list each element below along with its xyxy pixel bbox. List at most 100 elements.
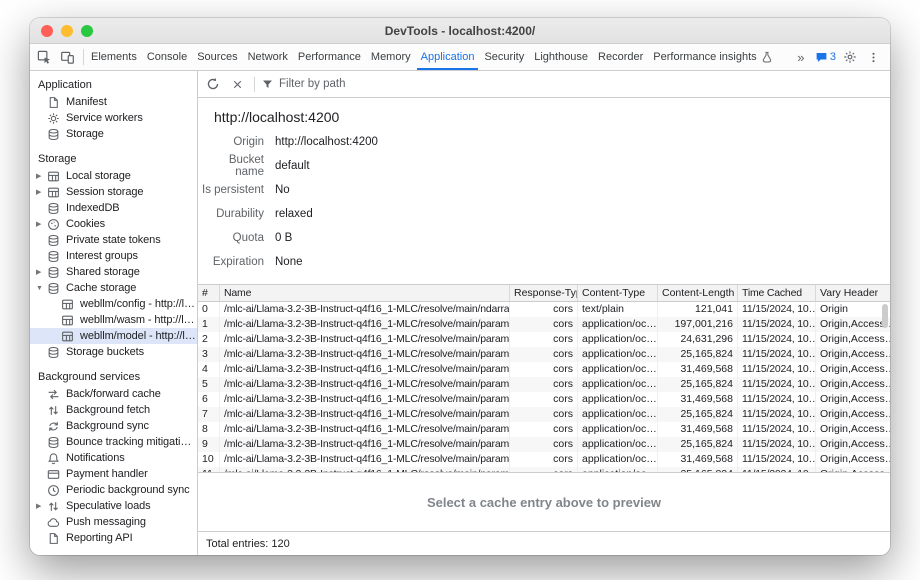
meta-row-origin: Origin http://localhost:4200 [198, 130, 890, 154]
table-row[interactable]: 2 /mlc-ai/Llama-3.2-3B-Instruct-q4f16_1-… [198, 332, 890, 347]
sidebar-item-private-state-tokens[interactable]: Private state tokens [30, 232, 197, 248]
cell-content-type: application/oc… [578, 317, 658, 332]
sidebar-item-cookies[interactable]: ▶ Cookies [30, 216, 197, 232]
refresh-button[interactable] [202, 73, 224, 95]
column-header-response-type[interactable]: Response-Type [510, 285, 578, 301]
chevron-right-icon[interactable]: ▶ [36, 172, 47, 180]
chevron-right-icon[interactable]: ▶ [36, 220, 47, 228]
chevron-right-icon[interactable]: ▶ [36, 502, 47, 510]
column-header-content-length[interactable]: Content-Length [658, 285, 738, 301]
sync-icon [47, 420, 60, 433]
table-row[interactable]: 0 /mlc-ai/Llama-3.2-3B-Instruct-q4f16_1-… [198, 302, 890, 317]
sidebar-item-storage[interactable]: Storage [30, 126, 197, 142]
cell-content-length: 25,165,824 [658, 467, 738, 472]
sidebar-item-webllm-config[interactable]: webllm/config - http://loc… [30, 296, 197, 312]
minimize-button[interactable] [61, 25, 73, 37]
column-header-time-cached[interactable]: Time Cached [738, 285, 816, 301]
sidebar-item-background-fetch[interactable]: Background fetch [30, 402, 197, 418]
column-header-vary-header[interactable]: Vary Header [816, 285, 890, 301]
cell-time-cached: 11/15/2024, 10… [738, 317, 816, 332]
sidebar-item-cache-storage[interactable]: ▼ Cache storage [30, 280, 197, 296]
chevron-right-icon[interactable]: ▶ [36, 188, 47, 196]
table-row[interactable]: 1 /mlc-ai/Llama-3.2-3B-Instruct-q4f16_1-… [198, 317, 890, 332]
sidebar-item-periodic-background-sync[interactable]: Periodic background sync [30, 482, 197, 498]
device-toolbar-button[interactable] [56, 46, 78, 68]
filter-funnel-icon [261, 78, 274, 91]
section-title-application: Application [30, 77, 197, 94]
tab-elements[interactable]: Elements [86, 44, 142, 70]
settings-button[interactable] [839, 46, 861, 68]
cache-storage-panel: http://localhost:4200 Origin http://loca… [198, 71, 890, 555]
sidebar-item-service-workers[interactable]: Service workers [30, 110, 197, 126]
cell-index: 11 [198, 467, 220, 472]
cache-toolbar [198, 71, 890, 98]
tab-security[interactable]: Security [479, 44, 529, 70]
preview-placeholder: Select a cache entry above to preview [427, 495, 661, 510]
database-icon [47, 436, 60, 449]
tabbar-left-icons [30, 44, 81, 70]
column-header-index[interactable]: # [198, 285, 220, 301]
sidebar-item-background-sync[interactable]: Background sync [30, 418, 197, 434]
table-row[interactable]: 7 /mlc-ai/Llama-3.2-3B-Instruct-q4f16_1-… [198, 407, 890, 422]
cell-index: 6 [198, 392, 220, 407]
gear-icon [843, 50, 857, 64]
sidebar-item-bounce-tracking-mitigations[interactable]: Bounce tracking mitigations [30, 434, 197, 450]
table-row[interactable]: 6 /mlc-ai/Llama-3.2-3B-Instruct-q4f16_1-… [198, 392, 890, 407]
tab-memory[interactable]: Memory [366, 44, 416, 70]
database-icon [47, 202, 60, 215]
zoom-button[interactable] [81, 25, 93, 37]
tab-performance[interactable]: Performance [293, 44, 366, 70]
table-row[interactable]: 9 /mlc-ai/Llama-3.2-3B-Instruct-q4f16_1-… [198, 437, 890, 452]
tab-performance-insights[interactable]: Performance insights [648, 44, 777, 70]
tab-sources[interactable]: Sources [192, 44, 242, 70]
table-icon [61, 330, 74, 343]
tab-recorder[interactable]: Recorder [593, 44, 648, 70]
sidebar-item-payment-handler[interactable]: Payment handler [30, 466, 197, 482]
tab-network[interactable]: Network [243, 44, 293, 70]
table-row[interactable]: 5 /mlc-ai/Llama-3.2-3B-Instruct-q4f16_1-… [198, 377, 890, 392]
window-titlebar[interactable]: DevTools - localhost:4200/ [30, 18, 890, 44]
inspect-element-button[interactable] [33, 46, 55, 68]
sidebar-item-webllm-wasm[interactable]: webllm/wasm - http://loca… [30, 312, 197, 328]
sidebar-item-interest-groups[interactable]: Interest groups [30, 248, 197, 264]
tab-application[interactable]: Application [416, 44, 480, 70]
sidebar-item-webllm-model[interactable]: webllm/model - http://loc… [30, 328, 197, 344]
table-row[interactable]: 4 /mlc-ai/Llama-3.2-3B-Instruct-q4f16_1-… [198, 362, 890, 377]
tab-console[interactable]: Console [142, 44, 192, 70]
cell-content-type: application/oc… [578, 467, 658, 472]
column-header-content-type[interactable]: Content-Type [578, 285, 658, 301]
cell-name: /mlc-ai/Llama-3.2-3B-Instruct-q4f16_1-ML… [220, 362, 510, 377]
chevron-right-icon[interactable]: ▶ [36, 268, 47, 276]
sidebar-item-session-storage[interactable]: ▶ Session storage [30, 184, 197, 200]
table-row[interactable]: 8 /mlc-ai/Llama-3.2-3B-Instruct-q4f16_1-… [198, 422, 890, 437]
delete-selected-button[interactable] [226, 73, 248, 95]
cell-time-cached: 11/15/2024, 10… [738, 302, 816, 317]
sidebar-item-manifest[interactable]: Manifest [30, 94, 197, 110]
sidebar-item-push-messaging[interactable]: Push messaging [30, 514, 197, 530]
sidebar-item-shared-storage[interactable]: ▶ Shared storage [30, 264, 197, 280]
filter-input[interactable] [279, 78, 886, 90]
sidebar-item-indexeddb[interactable]: IndexedDB [30, 200, 197, 216]
chevron-down-icon[interactable]: ▼ [36, 285, 47, 292]
table-row[interactable]: 3 /mlc-ai/Llama-3.2-3B-Instruct-q4f16_1-… [198, 347, 890, 362]
close-button[interactable] [41, 25, 53, 37]
issues-button[interactable]: 3 [813, 46, 838, 68]
more-options-button[interactable] [862, 46, 884, 68]
issues-count-badge: 3 [830, 51, 836, 63]
sidebar-item-reporting-api[interactable]: Reporting API [30, 530, 197, 546]
table-row[interactable]: 11 /mlc-ai/Llama-3.2-3B-Instruct-q4f16_1… [198, 467, 890, 472]
table-scrollbar-thumb[interactable] [882, 304, 888, 328]
table-row[interactable]: 10 /mlc-ai/Llama-3.2-3B-Instruct-q4f16_1… [198, 452, 890, 467]
sidebar-item-notifications[interactable]: Notifications [30, 450, 197, 466]
application-sidebar: Application Manifest Service workers Sto… [30, 71, 198, 555]
sidebar-item-speculative-loads[interactable]: ▶ Speculative loads [30, 498, 197, 514]
column-header-name[interactable]: Name [220, 285, 510, 301]
cell-content-type: application/oc… [578, 332, 658, 347]
meta-row-expiration: Expiration None [198, 250, 890, 274]
sidebar-item-back-forward-cache[interactable]: Back/forward cache [30, 386, 197, 402]
sidebar-item-local-storage[interactable]: ▶ Local storage [30, 168, 197, 184]
tab-lighthouse[interactable]: Lighthouse [529, 44, 593, 70]
more-tabs-button[interactable]: » [790, 46, 812, 68]
section-title-storage: Storage [30, 151, 197, 168]
sidebar-item-storage-buckets[interactable]: Storage buckets [30, 344, 197, 360]
